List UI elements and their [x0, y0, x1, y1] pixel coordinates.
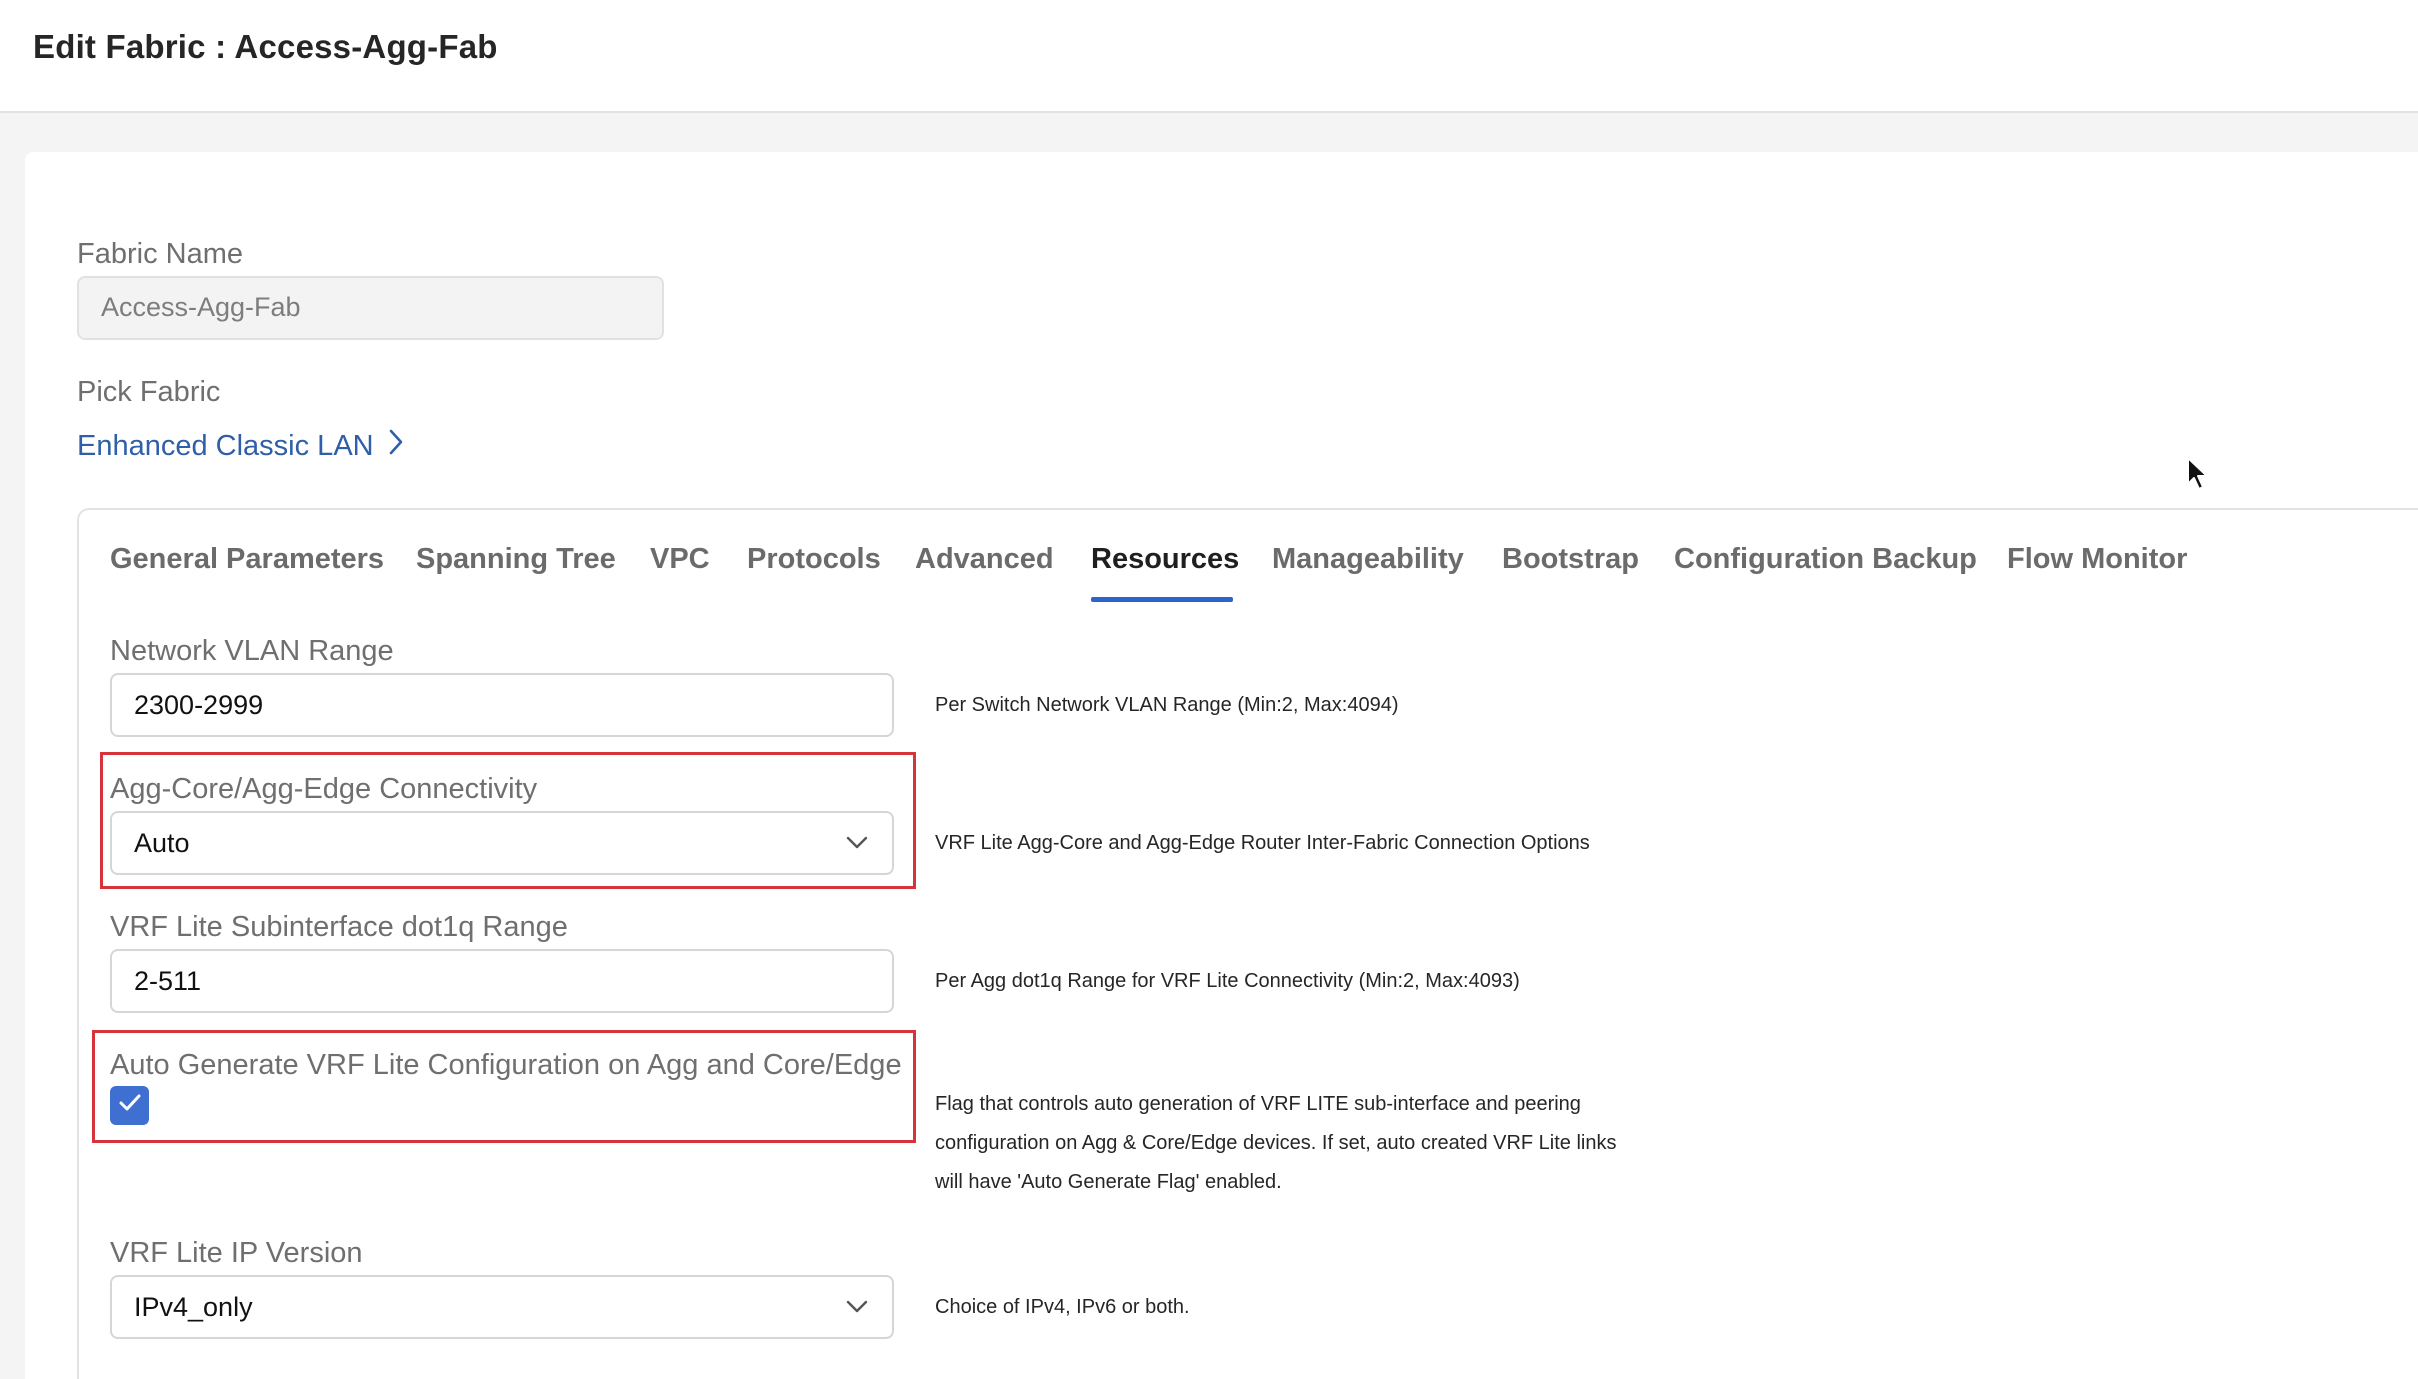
auto-generate-checkbox[interactable]	[110, 1086, 149, 1125]
mouse-cursor-icon	[2186, 456, 2210, 497]
network-vlan-range-input[interactable]: 2300-2999	[110, 673, 894, 737]
dot1q-range-label: VRF Lite Subinterface dot1q Range	[110, 911, 568, 943]
dot1q-range-value: 2-511	[134, 965, 202, 996]
tab-protocols[interactable]: Protocols	[747, 543, 881, 576]
pick-fabric-label: Pick Fabric	[77, 376, 221, 408]
active-tab-indicator	[1091, 597, 1233, 602]
checkmark-icon	[118, 1093, 142, 1118]
tab-resources[interactable]: Resources	[1091, 543, 1239, 576]
highlight-box	[92, 1030, 916, 1143]
tab-vpc[interactable]: VPC	[650, 543, 710, 576]
fabric-name-label: Fabric Name	[77, 238, 243, 270]
auto-generate-help-line: Flag that controls auto generation of VR…	[935, 1093, 1581, 1115]
tab-flow-monitor[interactable]: Flow Monitor	[2007, 543, 2187, 576]
fabric-name-input[interactable]: Access-Agg-Fab	[77, 276, 664, 340]
network-vlan-range-value: 2300-2999	[134, 689, 264, 720]
agg-connectivity-value: Auto	[134, 827, 190, 858]
tab-advanced[interactable]: Advanced	[915, 543, 1054, 576]
page-title: Edit Fabric : Access-Agg-Fab	[33, 28, 498, 65]
auto-generate-help-line: will have 'Auto Generate Flag' enabled.	[935, 1171, 1282, 1193]
auto-generate-label: Auto Generate VRF Lite Configuration on …	[110, 1049, 902, 1081]
chevron-right-icon	[388, 428, 404, 464]
agg-connectivity-label: Agg-Core/Agg-Edge Connectivity	[110, 773, 538, 805]
dot1q-range-help: Per Agg dot1q Range for VRF Lite Connect…	[935, 970, 1520, 992]
agg-connectivity-select[interactable]: Auto	[110, 811, 894, 875]
network-vlan-range-help: Per Switch Network VLAN Range (Min:2, Ma…	[935, 694, 1399, 716]
tab-manageability[interactable]: Manageability	[1272, 543, 1464, 576]
auto-generate-help: Flag that controls auto generation of VR…	[935, 1085, 1617, 1202]
ip-version-help: Choice of IPv4, IPv6 or both.	[935, 1296, 1190, 1318]
chevron-down-icon	[844, 830, 870, 856]
dot1q-range-input[interactable]: 2-511	[110, 949, 894, 1013]
network-vlan-range-label: Network VLAN Range	[110, 635, 394, 667]
ip-version-value: IPv4_only	[134, 1291, 253, 1322]
pick-fabric-link[interactable]: Enhanced Classic LAN	[77, 428, 404, 464]
ip-version-select[interactable]: IPv4_only	[110, 1275, 894, 1339]
tab-configuration-backup[interactable]: Configuration Backup	[1674, 543, 1977, 576]
tab-bootstrap[interactable]: Bootstrap	[1502, 543, 1639, 576]
chevron-down-icon	[844, 1294, 870, 1320]
pick-fabric-link-text: Enhanced Classic LAN	[77, 429, 374, 462]
header-bar: Edit Fabric : Access-Agg-Fab	[0, 0, 2418, 113]
ip-version-label: VRF Lite IP Version	[110, 1237, 363, 1269]
auto-generate-help-line: configuration on Agg & Core/Edge devices…	[935, 1132, 1617, 1154]
tab-general-parameters[interactable]: General Parameters	[110, 543, 384, 576]
agg-connectivity-help: VRF Lite Agg-Core and Agg-Edge Router In…	[935, 832, 1590, 854]
tab-spanning-tree[interactable]: Spanning Tree	[416, 543, 616, 576]
